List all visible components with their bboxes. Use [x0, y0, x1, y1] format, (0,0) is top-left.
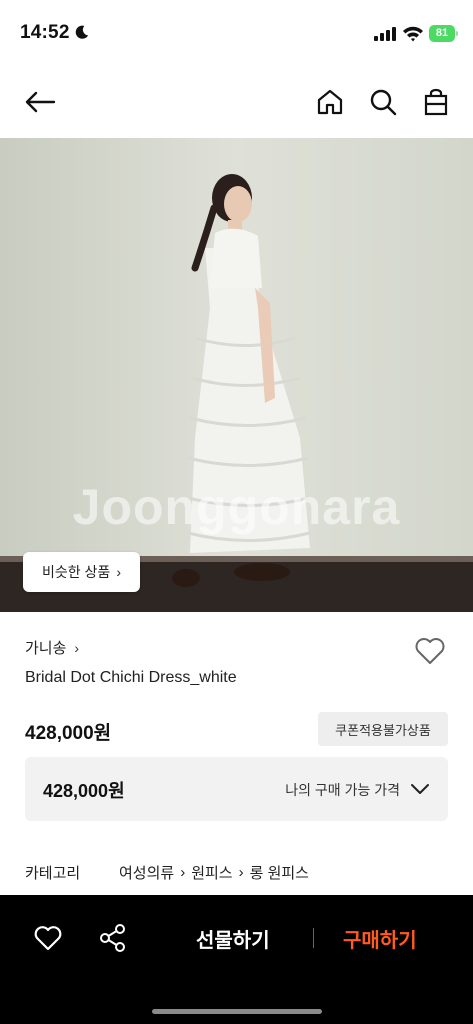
category-label: 카테고리: [25, 865, 81, 882]
search-icon: [370, 89, 397, 116]
status-bar: 14:52 81: [0, 0, 473, 66]
divider: [313, 928, 314, 948]
coupon-badge: 쿠폰적용불가상품: [318, 712, 448, 746]
back-button[interactable]: [22, 84, 58, 120]
battery-icon: 81: [429, 25, 458, 42]
brand-link[interactable]: 가니송 ›: [25, 637, 79, 658]
brand-name: 가니송: [25, 640, 67, 657]
chevron-right-icon: ›: [180, 864, 186, 881]
product-name: Bridal Dot Chichi Dress_white: [25, 669, 237, 686]
chevron-right-icon: ›: [116, 564, 121, 580]
chevron-right-icon: ›: [238, 864, 244, 881]
moon-icon: [75, 25, 89, 39]
home-indicator: [152, 1009, 322, 1014]
category-crumb-3[interactable]: 롱 원피스: [250, 862, 309, 883]
home-icon: [317, 89, 343, 115]
my-price-value: 428,000원: [43, 781, 125, 801]
bottom-action-bar: 선물하기 구매하기: [0, 895, 473, 1024]
similar-products-label: 비슷한 상품: [42, 564, 111, 580]
my-price-dropdown[interactable]: 428,000원 나의 구매 가능 가격: [25, 757, 448, 821]
similar-products-button[interactable]: 비슷한 상품 ›: [23, 552, 140, 592]
product-photo: [0, 138, 473, 612]
product-price: 428,000원: [25, 723, 112, 744]
category-crumb-1[interactable]: 여성의류: [119, 862, 174, 883]
status-time: 14:52: [20, 22, 70, 43]
battery-level: 81: [429, 25, 455, 42]
chevron-right-icon: ›: [74, 639, 80, 656]
chevron-down-icon: [411, 784, 429, 794]
cellular-signal-icon: [374, 27, 396, 41]
heart-icon[interactable]: [33, 923, 63, 953]
home-button[interactable]: [312, 84, 348, 120]
category-crumb-2[interactable]: 원피스: [191, 862, 232, 883]
back-arrow-icon: [25, 91, 56, 113]
top-nav-bar: [0, 66, 473, 138]
wishlist-heart-icon[interactable]: [414, 635, 446, 667]
product-image[interactable]: Joonggonara 비슷한 상품 ›: [0, 138, 473, 612]
gift-button[interactable]: 선물하기: [196, 924, 270, 953]
category-row: 카테고리 여성의류 › 원피스 › 롱 원피스: [25, 862, 309, 883]
search-button[interactable]: [365, 84, 401, 120]
share-icon[interactable]: [98, 923, 128, 953]
shopping-bag-icon: [424, 88, 448, 116]
my-price-label: 나의 구매 가능 가격: [285, 782, 400, 798]
buy-button[interactable]: 구매하기: [343, 924, 417, 953]
cart-button[interactable]: [418, 84, 454, 120]
wifi-icon: [403, 26, 423, 42]
watermark-text: Joonggonara: [72, 479, 401, 535]
